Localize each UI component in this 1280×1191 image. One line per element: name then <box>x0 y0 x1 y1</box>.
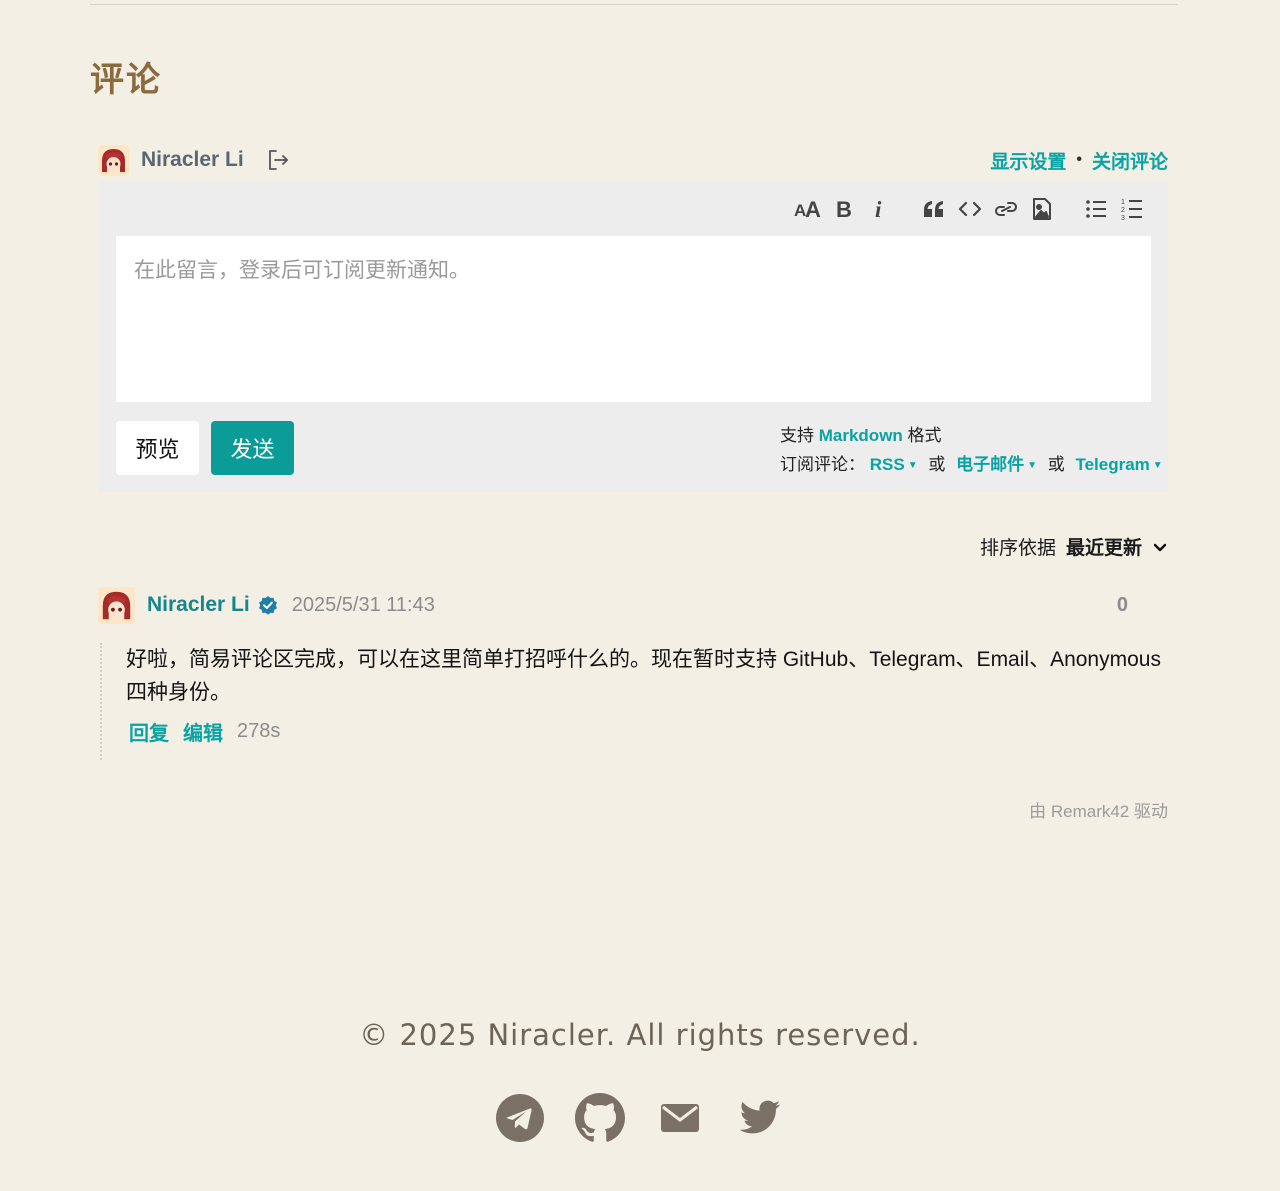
unordered-list-icon[interactable] <box>1078 193 1114 225</box>
sort-label: 排序依据 <box>979 538 1056 559</box>
markdown-link[interactable]: Markdown <box>819 426 903 445</box>
svg-text:A: A <box>805 198 821 220</box>
display-settings-link[interactable]: 显示设置 <box>990 147 1066 174</box>
comments-title: 评论 <box>90 60 162 100</box>
comment-actions: 回复 编辑 278s <box>129 717 1170 746</box>
subscribe-telegram[interactable]: Telegram ▼ <box>1075 455 1162 474</box>
subscribe-rss[interactable]: RSS ▼ <box>870 455 918 474</box>
avatar[interactable] <box>98 586 135 624</box>
subscribe-label: 订阅评论： <box>780 455 865 474</box>
svg-text:3: 3 <box>1121 215 1125 220</box>
preview-button[interactable]: 预览 <box>116 421 199 475</box>
subscribe-email[interactable]: 电子邮件 ▼ <box>956 455 1037 474</box>
comment-score: 0 <box>1116 593 1128 616</box>
caret-down-icon: ▼ <box>1152 460 1163 472</box>
editor-info: 支持 Markdown 格式 订阅评论： RSS ▼ 或 电子邮件 ▼ 或 Tele… <box>780 421 1163 480</box>
current-user-name: Niracler Li <box>141 148 244 171</box>
code-icon[interactable] <box>952 193 988 225</box>
bold-icon[interactable]: B <box>826 193 862 225</box>
caret-down-icon: ▼ <box>907 460 918 472</box>
reply-button[interactable]: 回复 <box>129 717 169 746</box>
heading-icon[interactable]: AA <box>790 193 826 225</box>
avatar[interactable] <box>98 144 129 176</box>
markdown-hint: 支持 Markdown 格式 <box>780 426 942 445</box>
svg-text:B: B <box>836 198 852 220</box>
logout-icon[interactable] <box>266 148 290 172</box>
powered-by[interactable]: 由 Remark42 驱动 <box>1029 797 1168 822</box>
github-icon[interactable] <box>575 1092 625 1144</box>
comment-text: 好啦，简易评论区完成，可以在这里简单打招呼什么的。现在暂时支持 GitHub、T… <box>126 648 1161 704</box>
image-icon[interactable] <box>1024 193 1060 225</box>
subscribe-row: 订阅评论： RSS ▼ 或 电子邮件 ▼ 或 Telegram ▼ <box>780 455 1163 474</box>
comment-time[interactable]: 2025/5/31 11:43 <box>292 594 435 617</box>
user-bar: Niracler Li 显示设置 • 关闭评论 <box>98 142 1168 178</box>
sort-selector[interactable]: 排序依据 最近更新 <box>980 533 1168 560</box>
close-comments-link[interactable]: 关闭评论 <box>1092 147 1168 174</box>
telegram-icon[interactable] <box>495 1092 545 1144</box>
comment-editor: AA B i 123 预览 发送 支持 <box>98 181 1168 492</box>
social-links <box>0 1092 1280 1144</box>
twitter-icon[interactable] <box>735 1092 785 1144</box>
send-button[interactable]: 发送 <box>211 421 294 475</box>
comment-body: 好啦，简易评论区完成，可以在这里简单打招呼什么的。现在暂时支持 GitHub、T… <box>100 643 1170 760</box>
editor-toolbar: AA B i 123 <box>790 193 1150 225</box>
edit-button[interactable]: 编辑 <box>183 717 223 746</box>
verified-badge-icon <box>258 595 278 615</box>
header-links: 显示设置 • 关闭评论 <box>990 147 1168 174</box>
header-separator: • <box>1076 151 1082 168</box>
sort-value[interactable]: 最近更新 <box>1066 533 1142 560</box>
chevron-down-icon[interactable] <box>1152 539 1168 555</box>
svg-text:2: 2 <box>1121 207 1125 214</box>
caret-down-icon: ▼ <box>1027 460 1037 472</box>
edit-countdown: 278s <box>237 720 281 742</box>
footer-copyright: © 2025 Niracler. All rights reserved. <box>359 1018 921 1052</box>
quote-icon[interactable] <box>916 193 952 225</box>
svg-text:i: i <box>875 198 882 220</box>
ordered-list-icon[interactable]: 123 <box>1114 193 1150 225</box>
link-icon[interactable] <box>988 193 1024 225</box>
comment-header: Niracler Li 2025/5/31 11:43 0 <box>98 586 1128 624</box>
email-icon[interactable] <box>655 1092 705 1144</box>
top-divider <box>90 4 1178 5</box>
italic-icon[interactable]: i <box>862 193 898 225</box>
svg-text:1: 1 <box>1121 199 1125 206</box>
comment-input[interactable] <box>116 236 1151 402</box>
comment-author[interactable]: Niracler Li <box>147 593 250 617</box>
